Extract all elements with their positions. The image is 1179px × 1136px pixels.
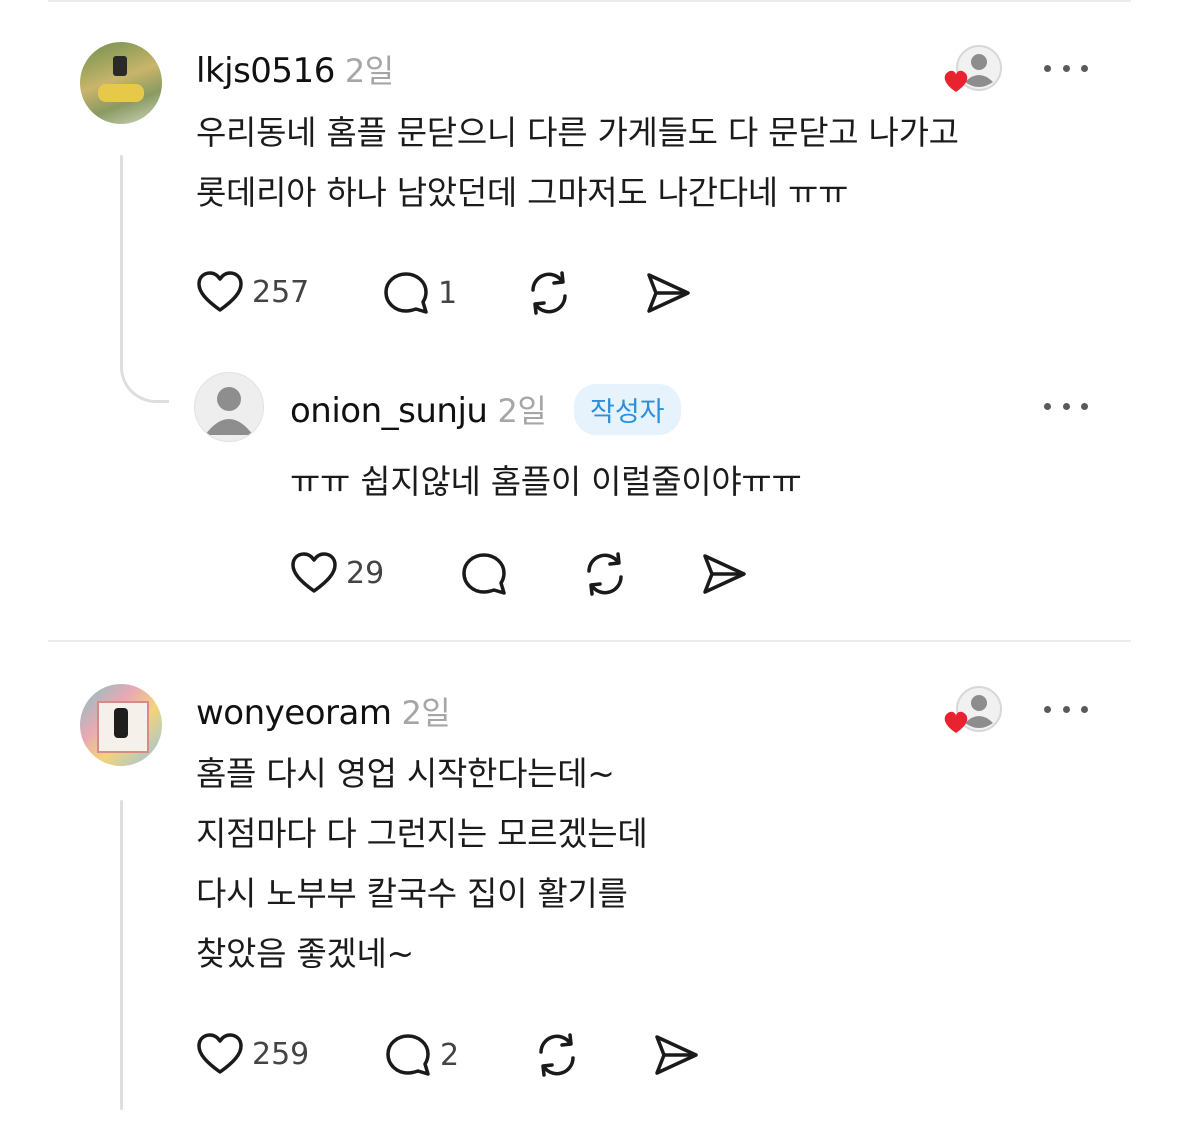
comment-text-line: 지점마다 다 그런지는 모르겠는데 <box>196 814 648 853</box>
share-button[interactable] <box>700 551 748 597</box>
reply-count: 2 <box>440 1037 460 1073</box>
heart-icon <box>197 271 243 312</box>
repost-button[interactable] <box>524 268 574 318</box>
username[interactable]: lkjs0516 <box>196 51 335 91</box>
like-button[interactable]: 257 <box>196 270 309 314</box>
repost-button[interactable] <box>580 549 630 599</box>
send-icon <box>703 554 746 594</box>
repost-icon <box>539 1033 575 1077</box>
comment-bubble-icon <box>386 1034 430 1076</box>
top-divider <box>48 0 1131 2</box>
thread-line <box>120 155 123 355</box>
author-liked-icon <box>942 44 1004 96</box>
comment-text-line: 우리동네 홈플 문닫으니 다른 가게들도 다 문닫고 나가고 <box>196 113 959 152</box>
send-icon <box>655 1035 698 1075</box>
reply-button[interactable]: 2 <box>384 1032 459 1078</box>
more-options-button[interactable] <box>1044 58 1088 78</box>
comment-header: wonyeoram 2일 <box>196 688 451 734</box>
timestamp: 2일 <box>497 392 547 430</box>
like-count: 257 <box>252 274 310 310</box>
comment-text-line: 다시 노부부 칼국수 집이 활기를 <box>196 874 628 913</box>
like-button[interactable]: 259 <box>196 1032 309 1076</box>
comment-text-line: 롯데리아 하나 남았던데 그마저도 나간다네 ㅠㅠ <box>196 173 849 212</box>
repost-icon <box>587 552 623 596</box>
reply-button[interactable]: 1 <box>382 270 457 316</box>
reply-header: onion_sunju 2일 <box>290 386 547 432</box>
heart-icon <box>197 1033 243 1074</box>
reply-connector <box>120 330 169 403</box>
avatar-onion_sunju[interactable] <box>194 372 264 442</box>
send-icon <box>647 273 690 313</box>
timestamp: 2일 <box>401 694 451 732</box>
more-options-button[interactable] <box>1044 699 1088 719</box>
heart-icon <box>291 552 337 593</box>
more-options-button[interactable] <box>1044 396 1088 416</box>
reply-button[interactable] <box>460 551 508 597</box>
like-count: 259 <box>252 1036 310 1072</box>
avatar-wonyeoram[interactable] <box>80 684 162 766</box>
comment-text-line: 홈플 다시 영업 시작한다는데~ <box>196 754 615 793</box>
username[interactable]: wonyeoram <box>196 693 392 733</box>
avatar-lkjs0516[interactable] <box>80 42 162 124</box>
timestamp: 2일 <box>344 52 394 90</box>
repost-button[interactable] <box>532 1030 582 1080</box>
username[interactable]: onion_sunju <box>290 391 488 431</box>
reply-text: ㅠㅠ 쉽지않네 홈플이 이럴줄이야ㅠㅠ <box>290 462 802 501</box>
author-liked-icon <box>942 685 1004 737</box>
like-count: 29 <box>346 555 385 591</box>
comment-bubble-icon <box>384 272 428 314</box>
comment-header: lkjs0516 2일 <box>196 46 394 92</box>
comment-bubble-icon <box>462 553 506 595</box>
share-button[interactable] <box>652 1032 700 1078</box>
share-button[interactable] <box>644 270 692 316</box>
like-button[interactable]: 29 <box>290 551 384 595</box>
author-badge: 작성자 <box>574 384 681 435</box>
comment-text-line: 찾았음 좋겠네~ <box>196 934 414 973</box>
repost-icon <box>531 271 567 315</box>
reply-count: 1 <box>438 275 458 311</box>
thread-line <box>120 800 123 1110</box>
comment-divider <box>48 640 1131 642</box>
